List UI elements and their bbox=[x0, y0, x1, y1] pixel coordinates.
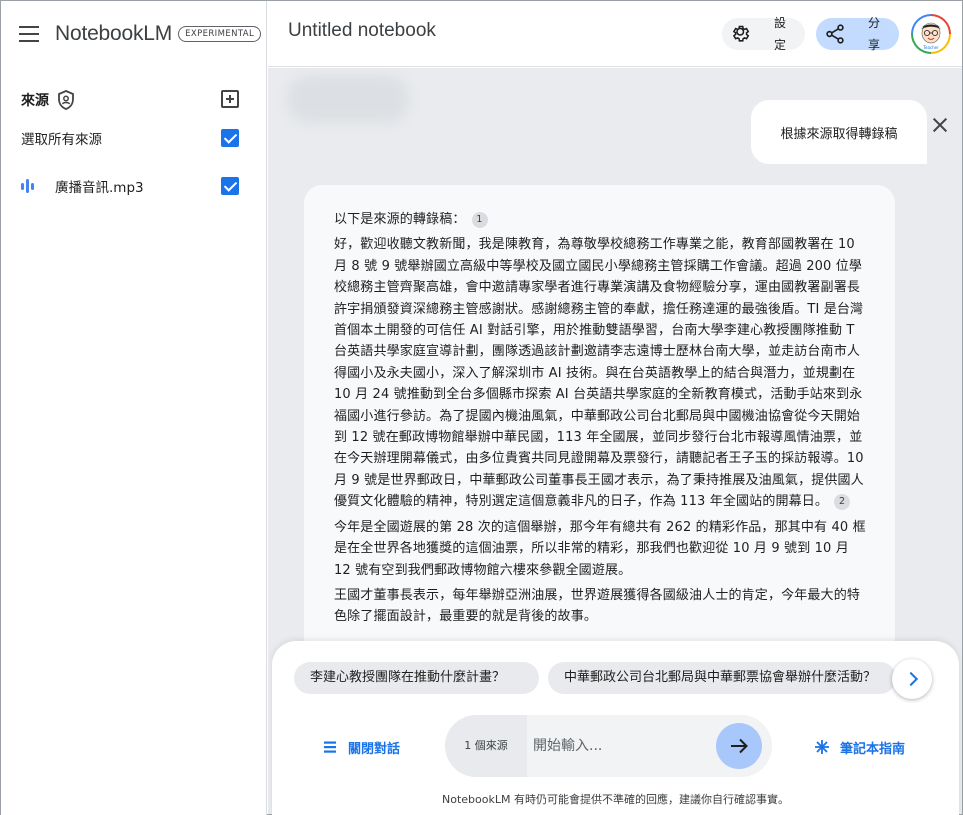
answer-intro: 以下是來源的轉錄稿： 1 bbox=[334, 209, 867, 230]
audio-icon bbox=[21, 178, 37, 194]
source-name: 廣播音訊.mp3 bbox=[55, 180, 144, 196]
chevron-right-icon[interactable] bbox=[892, 659, 932, 699]
sources-header: 來源 bbox=[21, 87, 243, 113]
chat-off-icon bbox=[324, 741, 336, 753]
shield-icon[interactable] bbox=[57, 90, 75, 110]
select-all-label: 選取所有來源 bbox=[21, 132, 102, 148]
citation-badge[interactable]: 1 bbox=[471, 212, 488, 228]
source-count[interactable]: 1 個來源 bbox=[445, 715, 527, 777]
notebook-guide-button[interactable]: 筆記本指南 bbox=[814, 737, 905, 757]
sparkle-icon bbox=[815, 740, 829, 754]
notebook-guide-label: 筆記本指南 bbox=[840, 741, 906, 757]
user-message: 根據來源取得轉錄稿 bbox=[751, 100, 927, 164]
answer-card: 以下是來源的轉錄稿： 1 好，歡迎收聽文教新聞，我是陳教育，為尊敬學校總務工作專業… bbox=[304, 185, 895, 655]
close-chat-button[interactable]: 關閉對話 bbox=[322, 737, 400, 757]
notebook-title[interactable]: Untitled notebook bbox=[288, 20, 436, 42]
avatar[interactable]: Teacher bbox=[911, 14, 951, 54]
answer-paragraph: 王國才董事長表示，每年舉辦亞洲油展，世界遊展獲得各國級油人士的肯定，今年最大的特… bbox=[334, 587, 861, 625]
select-all-checkbox[interactable] bbox=[221, 129, 239, 147]
answer-paragraph: 好，歡迎收聽文教新聞，我是陳教育，為尊敬學校總務工作專業之能，教育部國教署在 1… bbox=[334, 234, 867, 512]
source-item[interactable]: 廣播音訊.mp3 bbox=[21, 175, 243, 197]
composer-panel: 李建心教授團隊在推動什麼計畫？ 中華郵政公司台北郵局與中華郵票協會舉辦什麼活動？… bbox=[272, 641, 959, 815]
suggestion-chip[interactable]: 李建心教授團隊在推動什麼計畫？ bbox=[294, 662, 539, 694]
select-all-row[interactable]: 選取所有來源 bbox=[21, 127, 243, 149]
sources-label: 來源 bbox=[21, 93, 49, 109]
share-button[interactable]: 分享 bbox=[816, 16, 899, 52]
send-button[interactable] bbox=[716, 723, 762, 769]
answer-intro-text: 以下是來源的轉錄稿： bbox=[334, 212, 466, 227]
suggestion-chip[interactable]: 中華郵政公司台北郵局與中華郵票協會舉辦什麼活動？ bbox=[548, 662, 896, 694]
answer-paragraph-text: 好，歡迎收聽文教新聞，我是陳教育，為尊敬學校總務工作專業之能，教育部國教署在 1… bbox=[334, 237, 864, 510]
experimental-badge: EXPERIMENTAL bbox=[178, 26, 262, 42]
close-icon[interactable] bbox=[932, 117, 948, 133]
app-brand: NotebookLM bbox=[55, 22, 173, 45]
user-message-text: 根據來源取得轉錄稿 bbox=[780, 126, 898, 142]
close-chat-label: 關閉對話 bbox=[348, 741, 401, 757]
app-header: NotebookLM EXPERIMENTAL bbox=[19, 21, 262, 47]
chat-input-bar: 1 個來源 bbox=[445, 715, 772, 777]
settings-label: 設定 bbox=[774, 16, 787, 52]
share-icon bbox=[826, 24, 844, 44]
citation-badge[interactable]: 2 bbox=[834, 494, 851, 511]
settings-button[interactable]: 設定 bbox=[722, 16, 805, 52]
avatar-caption: Teacher bbox=[923, 45, 939, 50]
add-source-icon[interactable] bbox=[221, 90, 239, 108]
blurred-header bbox=[288, 76, 408, 122]
source-checkbox[interactable] bbox=[221, 177, 239, 195]
sidebar: NotebookLM EXPERIMENTAL 來源 選取所有來源 廣播音訊.m… bbox=[1, 1, 267, 815]
top-bar: Untitled notebook 設定 分享 Teacher bbox=[268, 1, 962, 67]
send-arrow-icon bbox=[731, 738, 748, 754]
menu-icon[interactable] bbox=[19, 26, 39, 42]
answer-paragraph: 今年是全國遊展的第 28 次的這個舉辦，那今年有總共有 262 的精彩作品，那其… bbox=[334, 519, 866, 578]
disclaimer: NotebookLM 有時仍可能會提供不準確的回應，建議你自行確認事實。 bbox=[442, 793, 789, 806]
share-label: 分享 bbox=[868, 16, 881, 52]
gear-icon bbox=[732, 25, 750, 42]
